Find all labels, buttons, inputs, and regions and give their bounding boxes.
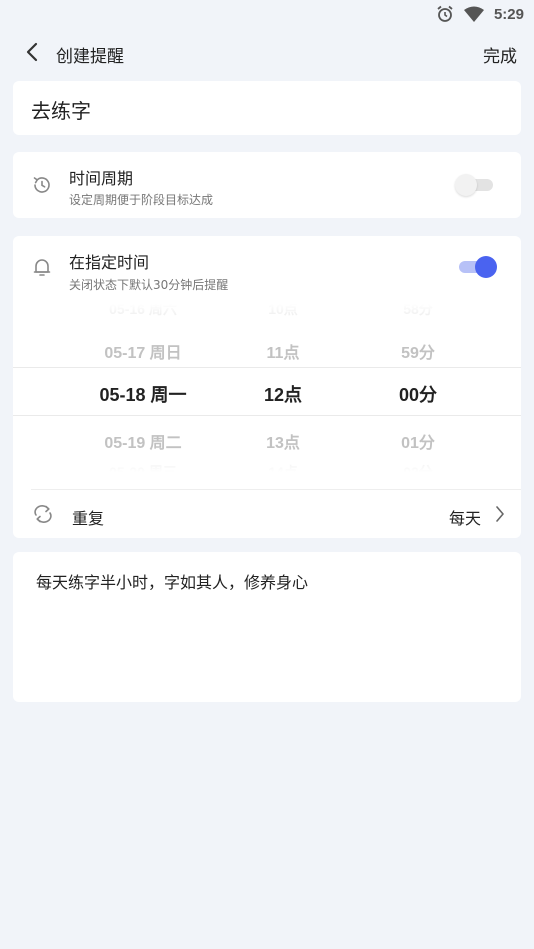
datetime-picker[interactable]: 05-16 周六 05-17 周日 05-18 周一 05-19 周二 05-2… bbox=[13, 304, 521, 472]
specific-time-card: 在指定时间 关闭状态下默认30分钟后提醒 05-16 周六 05-17 周日 0… bbox=[13, 236, 521, 538]
time-cycle-subtitle: 设定周期便于阶段目标达成 bbox=[69, 193, 214, 207]
minute-column[interactable]: 58分 59分 00分 01分 02分 bbox=[338, 304, 498, 472]
clock-history-icon bbox=[31, 174, 53, 196]
wifi-icon bbox=[463, 6, 484, 22]
repeat-row[interactable]: 重复 每天 bbox=[13, 490, 521, 538]
page-title: 创建提醒 bbox=[56, 47, 124, 67]
date-column[interactable]: 05-16 周六 05-17 周日 05-18 周一 05-19 周二 05-2… bbox=[63, 304, 223, 472]
done-button[interactable]: 完成 bbox=[483, 42, 517, 67]
time-cycle-card: 时间周期 设定周期便于阶段目标达成 bbox=[13, 152, 521, 218]
chevron-left-icon bbox=[25, 42, 39, 66]
reminder-title-card: 去练字 bbox=[13, 81, 521, 135]
back-button[interactable] bbox=[20, 42, 44, 66]
note-card: 每天练字半小时，字如其人，修养身心 bbox=[13, 552, 521, 702]
bell-icon bbox=[31, 256, 53, 278]
specific-time-title: 在指定时间 bbox=[69, 253, 150, 272]
minute-option[interactable]: 58分 bbox=[338, 304, 498, 319]
header: 创建提醒 完成 bbox=[0, 32, 534, 76]
repeat-icon bbox=[32, 503, 54, 525]
date-option[interactable]: 05-17 周日 bbox=[63, 339, 223, 363]
minute-option-selected[interactable]: 00分 bbox=[338, 381, 498, 407]
minute-option[interactable]: 59分 bbox=[338, 339, 498, 363]
reminder-title-input[interactable]: 去练字 bbox=[31, 95, 491, 124]
chevron-right-icon bbox=[495, 505, 505, 527]
specific-time-subtitle: 关闭状态下默认30分钟后提醒 bbox=[69, 278, 229, 292]
minute-option[interactable]: 01分 bbox=[338, 429, 498, 453]
date-option[interactable]: 05-20 周三 bbox=[63, 462, 223, 472]
status-bar: 5:29 bbox=[0, 0, 534, 28]
repeat-label: 重复 bbox=[72, 509, 105, 528]
note-input[interactable]: 每天练字半小时，字如其人，修养身心 bbox=[36, 569, 496, 593]
minute-option[interactable]: 02分 bbox=[338, 462, 498, 472]
date-option[interactable]: 05-19 周二 bbox=[63, 429, 223, 453]
alarm-icon bbox=[436, 5, 454, 23]
specific-time-toggle[interactable] bbox=[457, 255, 497, 279]
repeat-value: 每天 bbox=[448, 509, 481, 528]
time-cycle-toggle[interactable] bbox=[455, 173, 495, 197]
time-cycle-title: 时间周期 bbox=[69, 169, 134, 188]
status-time: 5:29 bbox=[493, 5, 524, 23]
date-option[interactable]: 05-16 周六 bbox=[63, 304, 223, 319]
date-option-selected[interactable]: 05-18 周一 bbox=[63, 381, 223, 407]
